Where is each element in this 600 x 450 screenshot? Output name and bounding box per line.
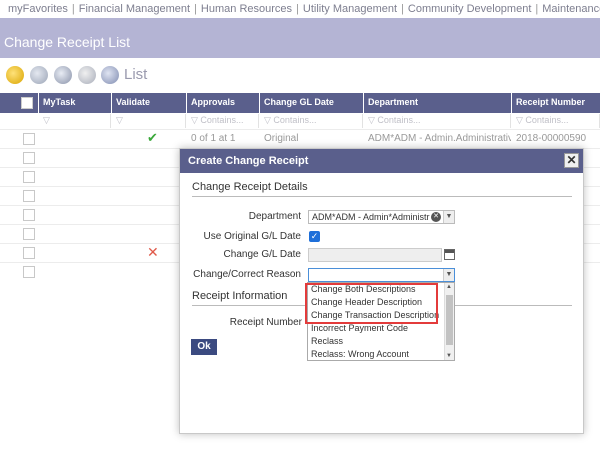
chevron-down-icon[interactable]: ▼ (443, 211, 454, 223)
receipt-info-section-title: Receipt Information (192, 290, 288, 302)
filter-validate[interactable]: ▽ (112, 114, 186, 128)
column-receipt-number[interactable]: Receipt Number (512, 93, 600, 113)
filter-mytask[interactable]: ▽ (39, 114, 111, 128)
clear-icon[interactable]: ✕ (431, 212, 441, 222)
nav-link-financial[interactable]: Financial Management (79, 3, 190, 15)
change-gl-date-label: Change G/L Date (223, 249, 301, 260)
department-select-value: ADM*ADM - Admin*Administr (312, 212, 430, 222)
close-icon[interactable]: ✕ (564, 153, 579, 168)
use-original-gl-date-label: Use Original G/L Date (203, 231, 301, 242)
new-icon[interactable] (6, 66, 24, 84)
filter-receipt-number[interactable]: ▽ Contains... (512, 114, 600, 128)
column-validate[interactable]: Validate (112, 93, 186, 113)
reason-option[interactable]: Incorrect Payment Code (311, 323, 408, 333)
grid-header-select (0, 93, 38, 113)
row-checkbox[interactable] (23, 266, 35, 278)
page-title: Change Receipt List (4, 34, 131, 50)
scroll-down-icon[interactable]: ▼ (446, 353, 452, 359)
details-section-title: Change Receipt Details (192, 181, 308, 193)
validate-fail-icon: ✕ (147, 244, 159, 260)
list-label[interactable]: List (124, 66, 147, 83)
row-checkbox[interactable] (23, 190, 35, 202)
nav-link-community[interactable]: Community Development (408, 3, 532, 15)
calendar-icon[interactable] (444, 249, 455, 260)
use-original-gl-date-checkbox[interactable]: ✓ (309, 231, 320, 242)
row-checkbox[interactable] (23, 171, 35, 183)
dropdown-scrollbar[interactable]: ▲ ▼ (444, 283, 454, 360)
filter-department[interactable]: ▽ Contains... (364, 114, 511, 128)
annotation-highlight-box (305, 283, 438, 324)
row-checkbox[interactable] (23, 152, 35, 164)
cancel-icon[interactable] (54, 66, 72, 84)
validate-check-icon: ✔ (147, 130, 158, 145)
nav-link-maintenance[interactable]: Maintenance (542, 3, 600, 15)
ok-button[interactable]: Ok (191, 339, 217, 355)
nav-link-hr[interactable]: Human Resources (201, 3, 292, 15)
row-checkbox[interactable] (23, 133, 35, 145)
column-mytask[interactable]: MyTask (39, 93, 111, 113)
page-header: Change Receipt List (0, 18, 600, 58)
row-checkbox[interactable] (23, 247, 35, 259)
reason-option[interactable]: Reclass (311, 336, 343, 346)
table-row[interactable]: ✔ 0 of 1 at 1 Original ADM*ADM - Admin.A… (0, 129, 600, 146)
receipt-number-cell: 2018-00000590 (516, 133, 587, 144)
nav-link-favorites[interactable]: myFavorites (8, 3, 68, 15)
change-gl-date-input (308, 248, 442, 262)
edit-icon[interactable] (30, 66, 48, 84)
change-gl-date-cell: Original (264, 133, 299, 144)
list-view-icon[interactable] (101, 66, 119, 84)
nav-link-utility[interactable]: Utility Management (303, 3, 397, 15)
top-navigation: myFavorites | Financial Management | Human R… (0, 0, 600, 18)
toolbar (0, 58, 600, 92)
chevron-down-icon[interactable]: ▼ (443, 269, 454, 281)
change-correct-reason-label: Change/Correct Reason (193, 269, 301, 280)
approvals-cell: 0 of 1 at 1 (191, 133, 236, 144)
scroll-up-icon[interactable]: ▲ (446, 284, 452, 290)
select-all-checkbox[interactable] (21, 97, 33, 109)
department-cell: ADM*ADM - Admin.Administrativ... (368, 133, 511, 144)
department-label: Department (248, 211, 301, 222)
scroll-thumb[interactable] (446, 295, 453, 345)
filter-approvals[interactable]: ▽ Contains... (187, 114, 259, 128)
filter-change-gl-date[interactable]: ▽ Contains... (260, 114, 363, 128)
column-department[interactable]: Department (364, 93, 511, 113)
column-approvals[interactable]: Approvals (187, 93, 259, 113)
reason-option[interactable]: Reclass: Wrong Account (311, 349, 409, 359)
details-divider (192, 196, 572, 197)
row-checkbox[interactable] (23, 228, 35, 240)
dialog-title: Create Change Receipt (180, 149, 583, 173)
approve-icon[interactable] (78, 66, 96, 84)
row-checkbox[interactable] (23, 209, 35, 221)
column-change-gl-date[interactable]: Change GL Date (260, 93, 363, 113)
receipt-number-label: Receipt Number (229, 317, 302, 328)
department-select[interactable]: ADM*ADM - Admin*Administr ✕ ▼ (308, 210, 455, 224)
change-correct-reason-select[interactable]: ▼ (308, 268, 455, 282)
